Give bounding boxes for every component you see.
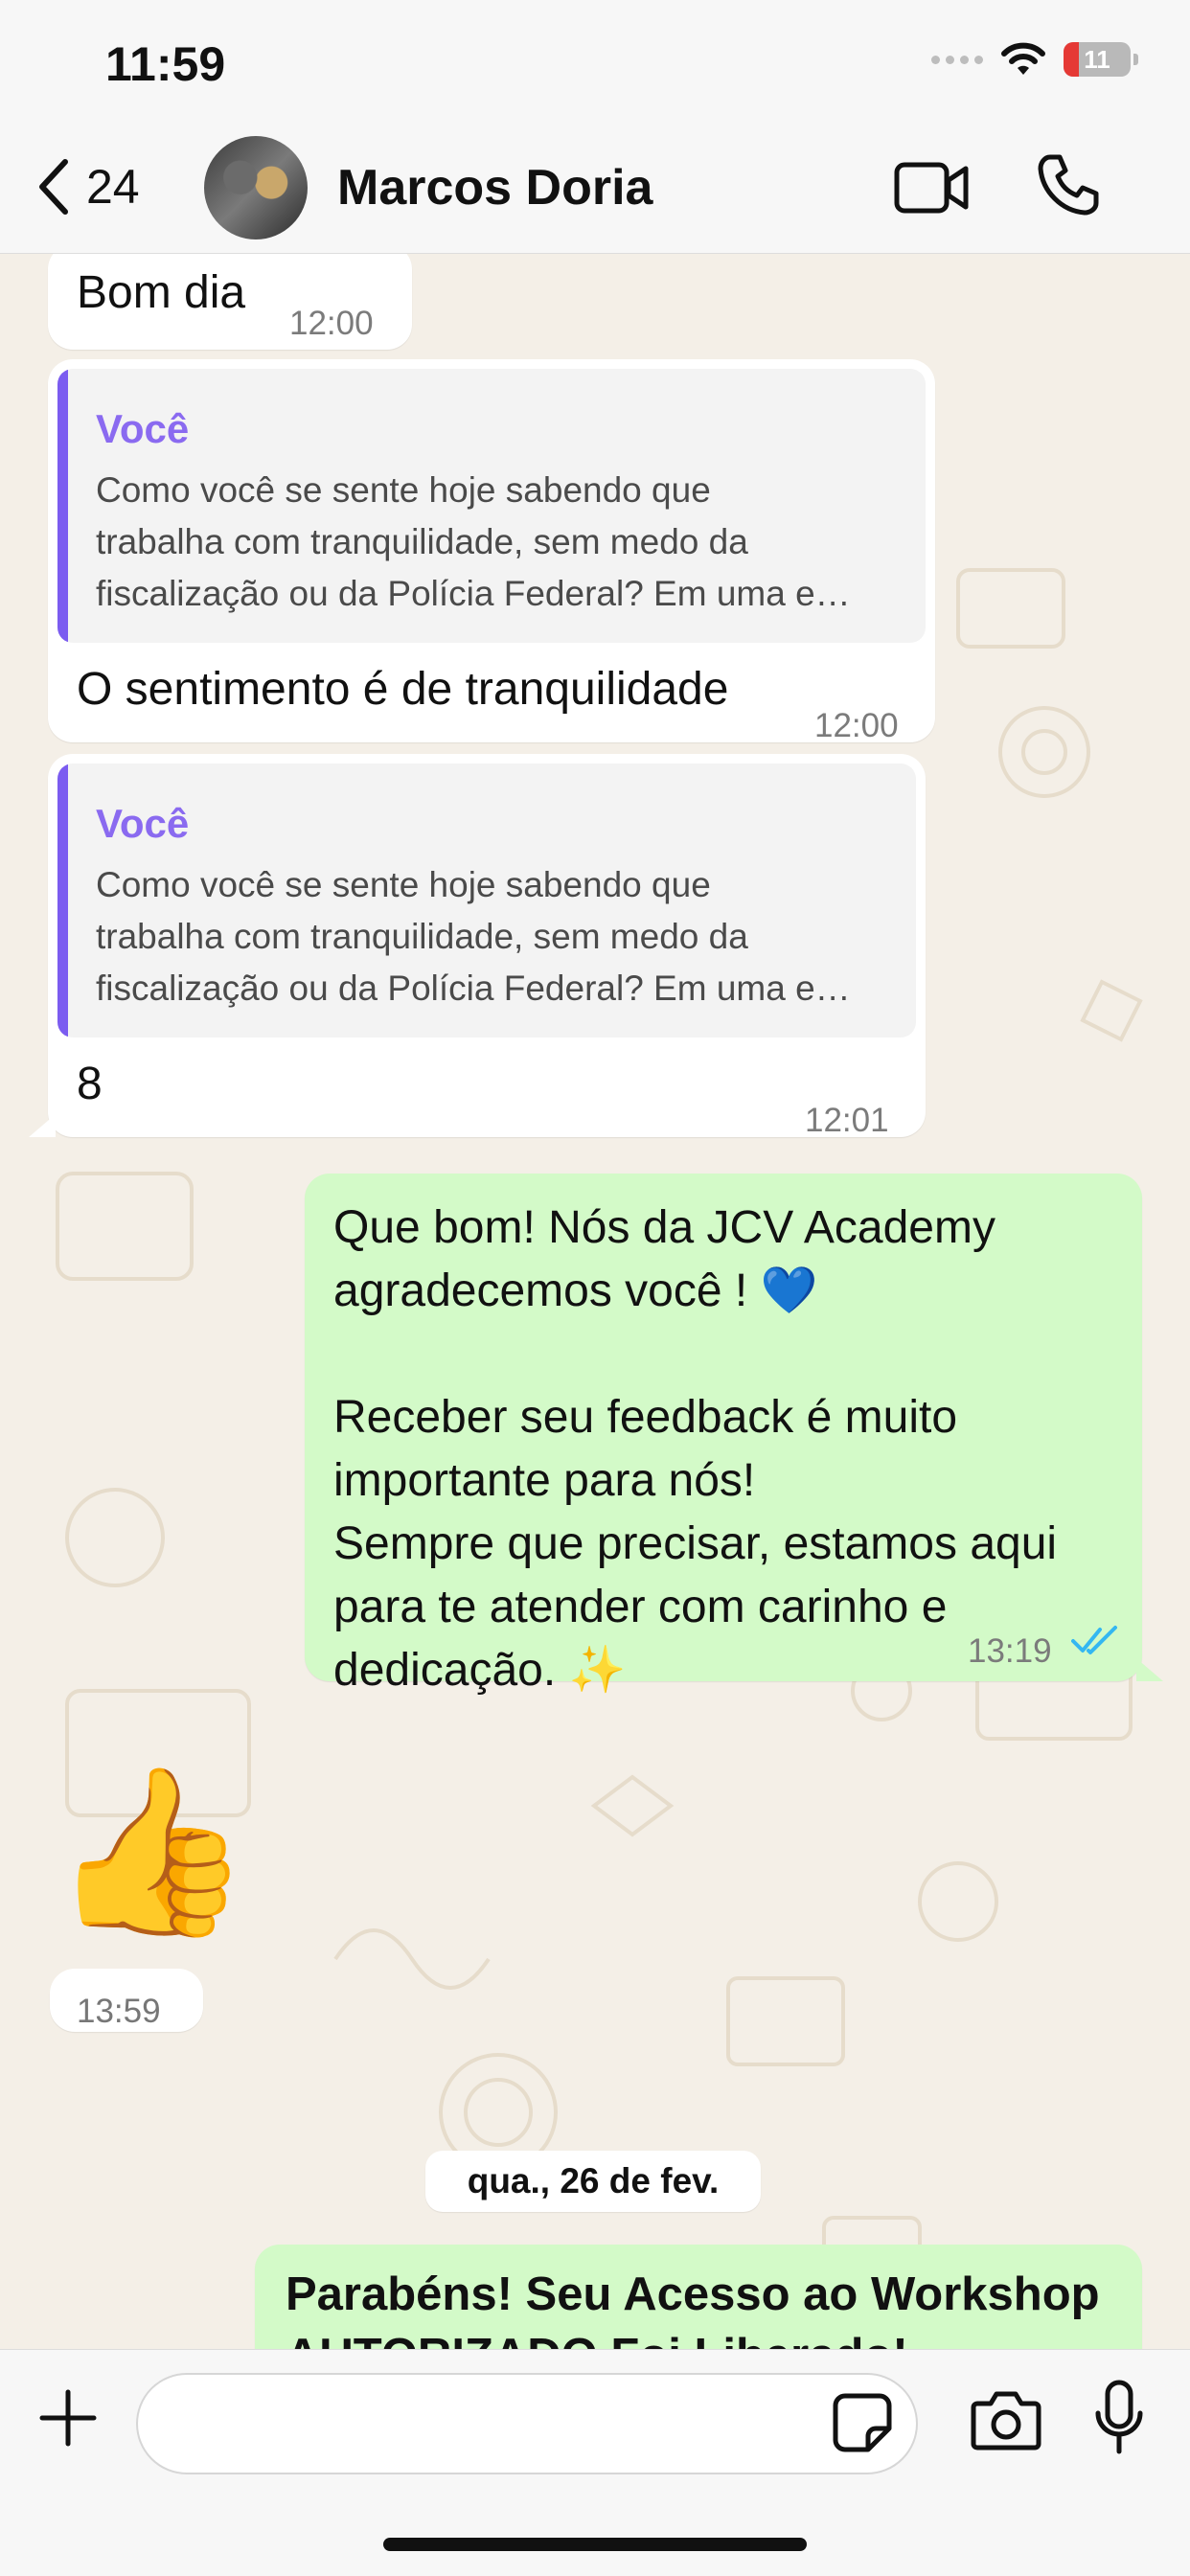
unread-count: 24 xyxy=(86,160,140,214)
emoji-message[interactable]: 👍 xyxy=(50,1766,253,1938)
message-input[interactable] xyxy=(136,2373,918,2474)
status-time: 11:59 xyxy=(105,37,226,91)
quoted-message[interactable]: Você Como você se sente hoje sabendo que… xyxy=(57,369,926,643)
date-separator: qua., 26 de fev. xyxy=(425,2151,761,2212)
bubble-tail xyxy=(1136,1658,1163,1681)
phone-icon[interactable] xyxy=(1037,153,1100,217)
message-text: Bom dia xyxy=(77,267,246,318)
plus-icon[interactable] xyxy=(36,2386,100,2450)
back-button[interactable]: 24 xyxy=(34,153,140,220)
quote-author: Você xyxy=(96,406,190,451)
contact-name[interactable]: Marcos Doria xyxy=(337,159,652,217)
message-text: Parabéns! Seu Acesso ao Workshop AUTORIZ… xyxy=(286,2268,1100,2349)
avatar[interactable] xyxy=(204,136,308,239)
quote-text: Como você se sente hoje sabendo que trab… xyxy=(96,470,851,613)
signal-icon xyxy=(931,55,983,64)
wifi-icon xyxy=(1001,42,1045,75)
message-text: 8 xyxy=(77,1059,103,1109)
message-text: Que bom! Nós da JCV Academy agradecemos … xyxy=(333,1202,1058,1696)
message-time: 12:01 xyxy=(805,1102,889,1139)
message-time: 13:19 xyxy=(968,1632,1052,1670)
bubble-tail xyxy=(29,1114,56,1137)
sticker-icon[interactable] xyxy=(832,2392,893,2453)
message-bubble-outgoing[interactable]: Que bom! Nós da JCV Academy agradecemos … xyxy=(305,1174,1142,1696)
message-time: 12:00 xyxy=(289,305,374,342)
quote-author: Você xyxy=(96,801,190,846)
quote-text: Como você se sente hoje sabendo que trab… xyxy=(96,865,851,1008)
video-call-icon[interactable] xyxy=(893,159,970,217)
quoted-message[interactable]: Você Como você se sente hoje sabendo que… xyxy=(57,764,916,1037)
message-time: 12:00 xyxy=(814,707,899,744)
thumbs-up-icon: 👍 xyxy=(50,1761,253,1943)
message-bubble-incoming[interactable]: Bom dia 12:00 xyxy=(48,254,412,350)
emoji-time-chip: 13:59 xyxy=(50,1969,203,2032)
chevron-left-icon xyxy=(39,159,68,215)
message-time: 13:59 xyxy=(77,1993,161,2030)
reply-message-bubble[interactable]: Você Como você se sente hoje sabendo que… xyxy=(48,359,935,744)
camera-icon[interactable] xyxy=(970,2388,1042,2451)
microphone-icon[interactable] xyxy=(1092,2379,1146,2459)
reply-message-bubble[interactable]: Você Como você se sente hoje sabendo que… xyxy=(48,754,926,1139)
chat-area[interactable]: Bom dia 12:00 Você Como você se sente ho… xyxy=(0,254,1190,2349)
battery-level: 11 xyxy=(1084,44,1110,74)
battery-icon: 11 xyxy=(1064,42,1138,77)
composer-bar xyxy=(0,2349,1190,2576)
message-text: O sentimento é de tranquilidade xyxy=(77,664,729,715)
home-indicator xyxy=(383,2538,807,2551)
status-icons: 11 xyxy=(931,42,1138,77)
top-bar: 11:59 11 24 Marcos Doria xyxy=(0,0,1190,254)
read-receipt-icon xyxy=(1071,1626,1117,1654)
message-bubble-outgoing[interactable]: Parabéns! Seu Acesso ao Workshop AUTORIZ… xyxy=(255,2245,1142,2349)
